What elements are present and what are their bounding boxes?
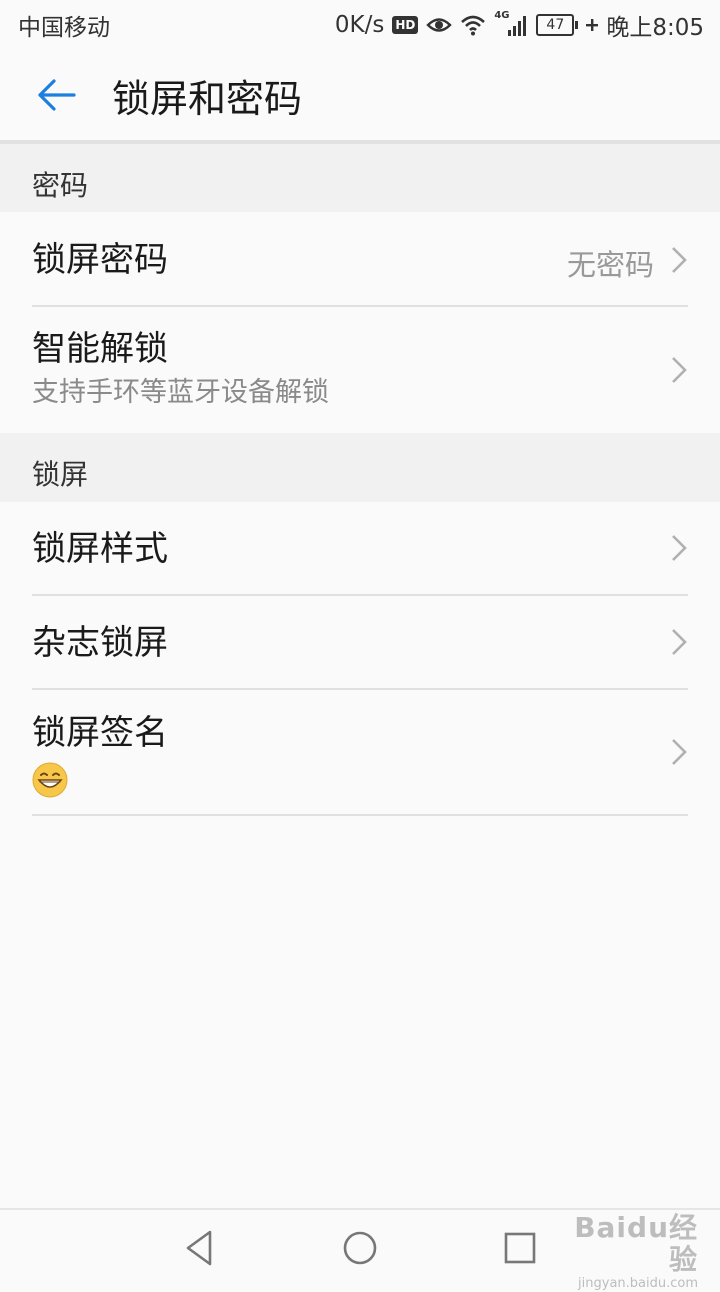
section-header-password: 密码 — [0, 144, 720, 212]
magazine-unlock-item[interactable]: 杂志锁屏 — [0, 596, 720, 688]
page-title: 锁屏和密码 — [112, 76, 303, 121]
grinning-face-emoji-icon — [32, 762, 68, 798]
chevron-right-icon — [672, 629, 687, 655]
chevron-right-icon — [672, 739, 687, 765]
status-icons: 0K/s HD 4G 47 晚上8:05 — [335, 8, 704, 42]
back-button[interactable] — [0, 50, 110, 140]
chevron-right-icon — [672, 357, 687, 383]
lock-screen-signature-item[interactable]: 锁屏签名 — [0, 690, 720, 814]
item-value: 无密码 — [566, 248, 654, 282]
status-bar: 中国移动 0K/s HD 4G 47 晚上8:05 — [0, 0, 720, 50]
nav-home-icon[interactable] — [340, 1228, 380, 1268]
carrier-label: 中国移动 — [18, 15, 110, 41]
smart-unlock-item[interactable]: 智能解锁 支持手环等蓝牙设备解锁 — [0, 307, 720, 433]
hd-voice-icon: HD — [392, 16, 419, 34]
wifi-icon — [461, 15, 486, 36]
section-title: 锁屏 — [32, 458, 89, 491]
back-arrow-icon — [38, 79, 76, 111]
chevron-right-icon — [672, 247, 687, 273]
item-subtitle: 支持手环等蓝牙设备解锁 — [32, 377, 329, 408]
battery-icon: 47 — [536, 14, 579, 36]
divider — [32, 814, 688, 816]
item-title: 锁屏样式 — [32, 529, 168, 569]
clock: 晚上8:05 — [606, 15, 704, 41]
nav-back-icon[interactable] — [180, 1228, 220, 1268]
item-title: 智能解锁 — [32, 329, 168, 369]
battery-level: 47 — [536, 14, 575, 36]
item-title: 杂志锁屏 — [32, 623, 168, 663]
net-speed: 0K/s — [334, 12, 385, 38]
lock-screen-style-item[interactable]: 锁屏样式 — [0, 502, 720, 594]
watermark: Baidu经验 jingyan.baidu.com — [558, 1212, 698, 1292]
section-title: 密码 — [32, 169, 89, 202]
nav-recents-icon[interactable] — [500, 1228, 540, 1268]
eye-icon — [426, 18, 453, 32]
cellular-signal-icon: 4G — [494, 10, 528, 38]
lock-screen-password-item[interactable]: 锁屏密码 无密码 — [0, 212, 720, 306]
charging-plus-icon — [586, 19, 599, 31]
watermark-url: jingyan.baidu.com — [578, 1276, 698, 1291]
watermark-brand: Baidu经验 — [574, 1211, 698, 1276]
app-bar: 锁屏和密码 — [0, 50, 720, 140]
section-header-lock-screen: 锁屏 — [0, 433, 720, 502]
item-title: 锁屏签名 — [32, 713, 168, 753]
chevron-right-icon — [672, 535, 687, 561]
